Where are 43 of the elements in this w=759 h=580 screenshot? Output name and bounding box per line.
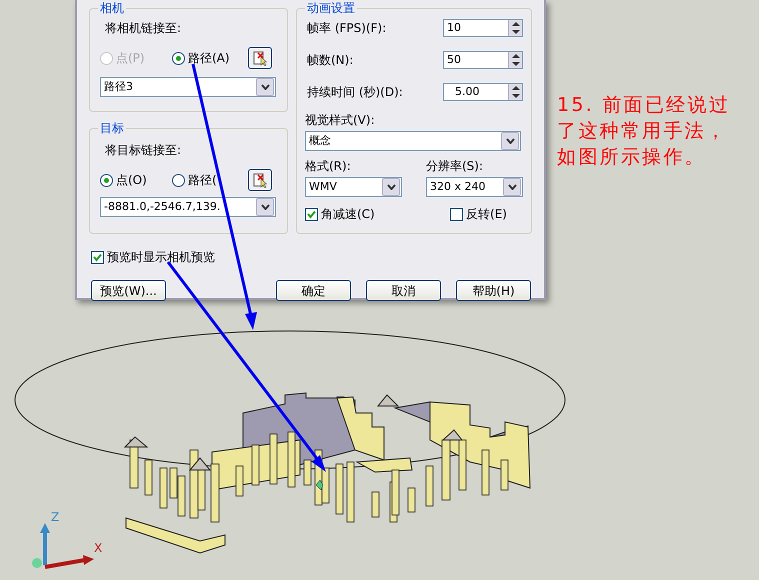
field-label: 格式(R): bbox=[305, 158, 352, 175]
spin-arrows-icon[interactable] bbox=[508, 84, 522, 100]
annotation-text: 15. 前面已经说过了这种常用手法，如图所示操作。 bbox=[557, 93, 732, 170]
spin-field[interactable]: 10 bbox=[443, 19, 523, 37]
checkbox[interactable]: 反转(E) bbox=[450, 205, 507, 223]
field-label: 持续时间 (秒)(D): bbox=[307, 84, 403, 101]
radio-button[interactable]: 路径( bbox=[172, 171, 248, 189]
format-dropdown[interactable]: WMV bbox=[305, 177, 402, 197]
spin-arrows-icon[interactable] bbox=[508, 20, 522, 36]
dialog-button[interactable]: 确定 bbox=[276, 280, 351, 301]
radio-button: 点(P) bbox=[100, 49, 172, 67]
field-label: 分辨率(S): bbox=[426, 158, 484, 175]
check-icon bbox=[93, 252, 102, 262]
spin-arrows-icon[interactable] bbox=[508, 52, 522, 68]
link-label: 将相机链接至: bbox=[105, 20, 182, 37]
spin-field[interactable]: 5.00 bbox=[443, 83, 523, 101]
point-dropdown[interactable]: -8881.0,-2546.7,139. bbox=[100, 197, 276, 217]
checkbox[interactable]: 预览时显示相机预览 bbox=[91, 248, 288, 266]
dialog-button[interactable]: 取消 bbox=[366, 280, 441, 301]
check-icon bbox=[307, 210, 316, 218]
visual-style-dropdown[interactable]: 概念 bbox=[305, 131, 521, 151]
resolution-dropdown[interactable]: 320 x 240 bbox=[426, 177, 523, 197]
link-label: 将目标链接至: bbox=[105, 142, 182, 159]
path-dropdown[interactable]: 路径3 bbox=[100, 77, 276, 97]
dialog-button[interactable]: 帮助(H) bbox=[456, 280, 531, 301]
pick-point-icon bbox=[253, 172, 267, 188]
group-title: 目标 bbox=[98, 121, 126, 135]
axis-label: Z bbox=[51, 510, 60, 524]
group-title: 动画设置 bbox=[305, 1, 357, 15]
pick-point-icon bbox=[253, 50, 267, 66]
axis-icon bbox=[32, 523, 94, 569]
radio-button[interactable]: 路径(A) bbox=[172, 49, 248, 67]
field-label: 帧数(N): bbox=[307, 52, 354, 69]
group-title: 相机 bbox=[98, 1, 126, 15]
field-label: 帧率 (FPS)(F): bbox=[307, 20, 386, 37]
checkbox[interactable]: 角减速(C) bbox=[305, 205, 375, 223]
pick-button[interactable] bbox=[248, 169, 272, 191]
field-label: 视觉样式(V): bbox=[305, 112, 376, 129]
spin-field[interactable]: 50 bbox=[443, 51, 523, 69]
radio-button[interactable]: 点(O) bbox=[100, 171, 172, 189]
axis-label: X bbox=[94, 541, 102, 555]
pick-button[interactable] bbox=[248, 47, 272, 69]
dialog-button[interactable]: 预览(W)... bbox=[91, 280, 166, 301]
